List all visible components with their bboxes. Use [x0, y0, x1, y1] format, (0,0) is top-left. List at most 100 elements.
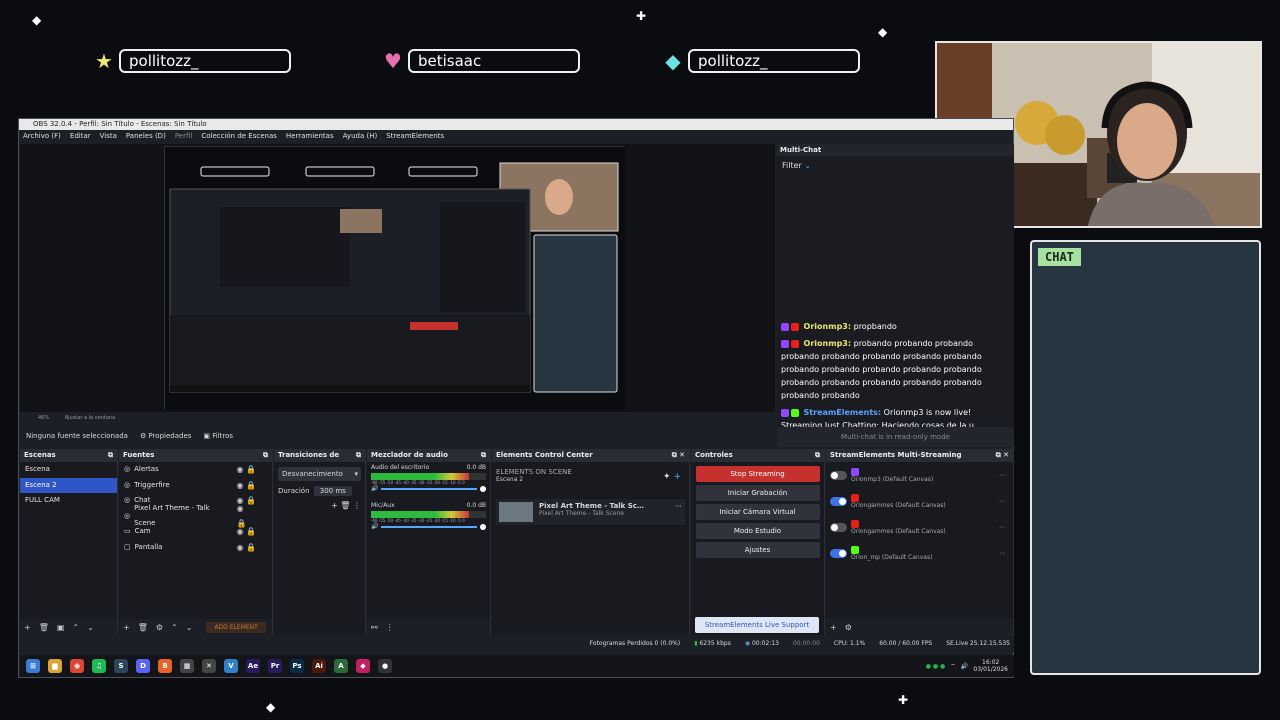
menu-tools[interactable]: Herramientas [286, 130, 334, 143]
more-icon[interactable]: ⋯ [999, 472, 1005, 479]
menu-scene-collection[interactable]: Colección de Escenas [201, 130, 277, 143]
transition-type: Desvanecimiento [282, 470, 343, 478]
filter-dropdown[interactable]: Filter ⌄ [777, 156, 1014, 175]
spotify-icon[interactable]: ♫ [92, 659, 106, 673]
source-item[interactable]: ▢ Pantalla ◉ 🔒 [119, 540, 272, 556]
undock-icon[interactable]: ⧉ [481, 449, 486, 462]
gear-icon[interactable]: ⚙ [845, 623, 852, 632]
output-toggle[interactable] [830, 496, 847, 506]
add-icon[interactable]: + [123, 623, 130, 632]
after-effects-icon[interactable]: Ae [246, 659, 260, 673]
undock-icon[interactable]: ⧉ [356, 449, 361, 462]
close-icon[interactable]: ⧉ ✕ [996, 449, 1009, 462]
start-recording-button[interactable]: Iniciar Grabación [695, 485, 820, 501]
more-icon[interactable]: ⋮ [353, 501, 361, 510]
live-support-button[interactable]: StreamElements Live Support [695, 617, 819, 633]
menu-file[interactable]: Archivo (F) [23, 130, 61, 143]
volume-slider[interactable]: 🔊 [371, 523, 486, 530]
eye-icon[interactable]: ◉ 🔒 [237, 462, 256, 478]
more-icon[interactable]: ⋯ [999, 498, 1005, 505]
slider-handle[interactable] [480, 523, 486, 530]
copy-icon[interactable]: ▣ [57, 623, 65, 632]
virtual-camera-button[interactable]: Iniciar Cámara Virtual [695, 504, 820, 520]
down-icon[interactable]: ⌄ [87, 623, 94, 632]
speaker-icon[interactable]: 🔊 [371, 485, 378, 492]
more-icon[interactable]: ⋯ [999, 524, 1005, 531]
photoshop-icon[interactable]: Ps [290, 659, 304, 673]
output-toggle[interactable] [830, 522, 847, 532]
chrome-icon[interactable]: ◉ [70, 659, 84, 673]
trash-icon[interactable]: 🗑 [138, 623, 148, 632]
more-icon[interactable]: ⋯ [675, 502, 682, 522]
filters-button[interactable]: ▣ Filtros [203, 425, 233, 447]
add-element-button[interactable]: ADD ELEMENT [206, 621, 266, 633]
source-item[interactable]: ◎ Pixel Art Theme - Talk Scene ◉ 🔒 [119, 504, 272, 529]
add-icon[interactable]: + [830, 623, 837, 632]
element-card[interactable]: Pixel Art Theme - Talk Sc… Pixel Art The… [496, 499, 685, 525]
game-icon[interactable]: ▦ [180, 659, 194, 673]
undock-icon[interactable]: ⧉ [108, 449, 113, 462]
preview-canvas[interactable] [164, 146, 625, 410]
source-item[interactable]: ◎ Triggerfire ◉ 🔒 [119, 478, 272, 494]
up-icon[interactable]: ⌃ [72, 623, 79, 632]
scene-item[interactable]: Escena [20, 462, 117, 478]
undock-icon[interactable]: ⧉ [815, 449, 820, 462]
close-icon[interactable]: ⧉ ✕ [672, 449, 685, 462]
up-icon[interactable]: ⌃ [171, 623, 178, 632]
brave-icon[interactable]: B [158, 659, 172, 673]
scene-item[interactable]: Escena 2 [20, 477, 117, 493]
menu-profile[interactable]: Perfil [175, 130, 193, 143]
premiere-icon[interactable]: Pr [268, 659, 282, 673]
duration-input[interactable]: 300 ms [313, 486, 352, 496]
clock[interactable]: 16:02 03/01/2026 [973, 659, 1008, 673]
source-item[interactable]: ◎ Alertas ◉ 🔒 [119, 462, 272, 478]
wifi-icon[interactable]: ⌔ [950, 662, 956, 670]
output-toggle[interactable] [830, 470, 847, 480]
windows-start-icon[interactable]: ⊞ [26, 659, 40, 673]
volume-icon[interactable]: 🔊 [961, 663, 968, 670]
fit-to-window[interactable]: Ajustar a la ventana [65, 415, 115, 421]
trash-icon[interactable]: 🗑 [39, 623, 49, 632]
slider-handle[interactable] [480, 485, 486, 492]
menu-docks[interactable]: Paneles (D) [126, 130, 166, 143]
stop-streaming-button[interactable]: Stop Streaming [695, 466, 820, 482]
eye-icon[interactable]: ◉ 🔒 [237, 540, 256, 556]
app-icon[interactable]: A [334, 659, 348, 673]
sparkle-icon[interactable]: ✦ [663, 472, 671, 482]
volume-slider[interactable]: 🔊 [371, 485, 486, 492]
gear-icon[interactable]: ⚙ [156, 623, 163, 632]
preview-area[interactable] [20, 144, 775, 412]
obs-icon[interactable]: ● [378, 659, 392, 673]
zoom-level[interactable]: 46% [38, 415, 49, 421]
add-icon[interactable]: + [673, 472, 681, 482]
file-explorer-icon[interactable]: ▆ [48, 659, 62, 673]
speaker-icon[interactable]: 🔊 [371, 523, 378, 530]
eye-icon[interactable]: ◉ 🔒 [237, 478, 256, 494]
menu-streamelements[interactable]: StreamElements [386, 130, 444, 143]
discord-icon[interactable]: D [136, 659, 150, 673]
tray-icons[interactable]: ● ● ● [926, 663, 946, 670]
add-icon[interactable]: + [24, 623, 31, 632]
studio-mode-button[interactable]: Modo Estudio [695, 523, 820, 539]
scene-item[interactable]: FULL CAM [20, 493, 117, 509]
undock-icon[interactable]: ⧉ [263, 449, 268, 462]
menu-help[interactable]: Ayuda (H) [343, 130, 378, 143]
add-icon[interactable]: + [331, 501, 338, 510]
more-icon[interactable]: ⋮ [386, 623, 394, 632]
steam-icon[interactable]: S [114, 659, 128, 673]
trash-icon[interactable]: 🗑 [340, 501, 350, 510]
transition-select[interactable]: Desvanecimiento ▾ [278, 467, 361, 481]
down-icon[interactable]: ⌄ [186, 623, 193, 632]
streamelements-icon[interactable]: ◆ [356, 659, 370, 673]
vscode-icon[interactable]: V [224, 659, 238, 673]
more-icon[interactable]: ⋯ [999, 550, 1005, 557]
tool-icon[interactable]: ✕ [202, 659, 216, 673]
illustrator-icon[interactable]: Ai [312, 659, 326, 673]
link-icon[interactable]: ⚯ [371, 623, 378, 632]
menu-edit[interactable]: Editar [70, 130, 91, 143]
eye-icon[interactable]: ◉ 🔒 [237, 524, 256, 540]
settings-button[interactable]: Ajustes [695, 542, 820, 558]
menu-view[interactable]: Vista [100, 130, 117, 143]
output-toggle[interactable] [830, 548, 847, 558]
properties-button[interactable]: ⚙ Propiedades [140, 425, 191, 447]
